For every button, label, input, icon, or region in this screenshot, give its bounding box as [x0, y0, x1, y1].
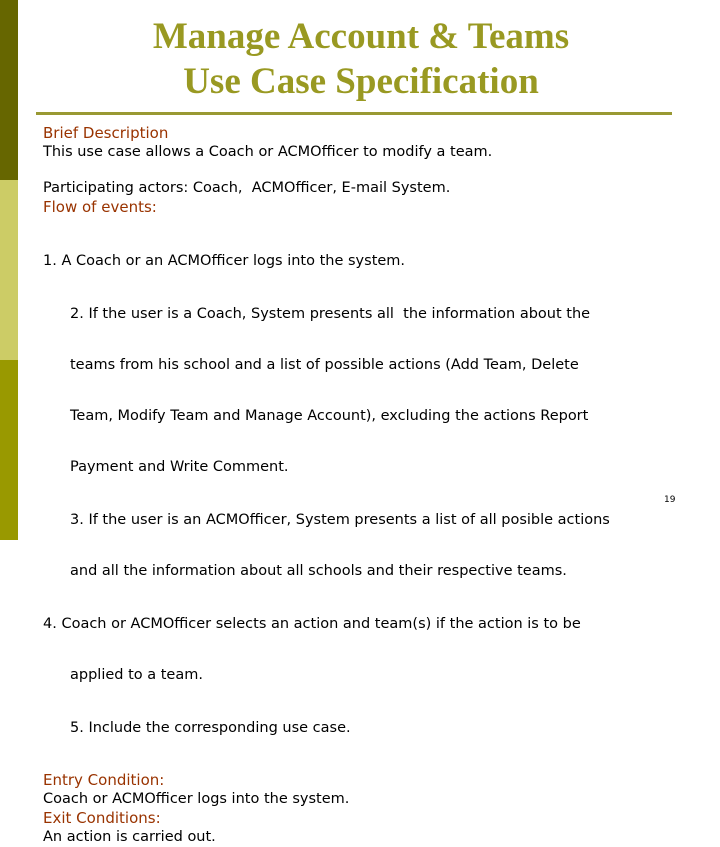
- sidebar-accent-top: [0, 0, 18, 180]
- flow-step-2-line: teams from his school and a list of poss…: [70, 357, 579, 373]
- brief-description-heading: Brief Description: [43, 124, 169, 142]
- sidebar-accent-bottom: [0, 360, 18, 540]
- flow-of-events-heading: Flow of events:: [43, 198, 157, 216]
- flow-step-2-line: Team, Modify Team and Manage Account), e…: [70, 408, 589, 424]
- flow-step-2-line: 2. If the user is a Coach, System presen…: [70, 306, 591, 322]
- entry-condition-text: Coach or ACMOfficer logs into the system…: [43, 791, 350, 807]
- slide-body: Brief Description This use case allows a…: [43, 124, 693, 847]
- flow-step-2-line: Payment and Write Comment.: [70, 459, 289, 475]
- slide-title: Manage Account & Teams Use Case Specific…: [36, 14, 686, 104]
- sidebar-accent-middle: [0, 180, 18, 360]
- flow-of-events-list: 1. A Coach or an ACMOfficer logs into th…: [43, 217, 693, 771]
- entry-condition-heading: Entry Condition:: [43, 771, 165, 789]
- flow-step-1: 1. A Coach or an ACMOfficer logs into th…: [43, 253, 406, 269]
- exit-conditions-heading: Exit Conditions:: [43, 809, 161, 827]
- slide-title-line-2: Use Case Specification: [183, 61, 539, 102]
- brief-description-text: This use case allows a Coach or ACMOffic…: [43, 144, 493, 160]
- participating-actors-text: Participating actors: Coach, ACMOfficer,…: [43, 180, 451, 196]
- exit-conditions-text: An action is carried out.: [43, 829, 216, 845]
- title-divider: [36, 112, 672, 115]
- flow-step-5: 5. Include the corresponding use case.: [70, 720, 351, 736]
- flow-step-4-line: 4. Coach or ACMOfficer selects an action…: [43, 616, 581, 632]
- page-number: 19: [664, 495, 676, 505]
- flow-step-3-line: 3. If the user is an ACMOfficer, System …: [70, 512, 610, 528]
- flow-step-3-line: and all the information about all school…: [70, 563, 567, 579]
- flow-step-4-line: applied to a team.: [70, 667, 203, 683]
- slide-title-line-1: Manage Account & Teams: [152, 16, 570, 57]
